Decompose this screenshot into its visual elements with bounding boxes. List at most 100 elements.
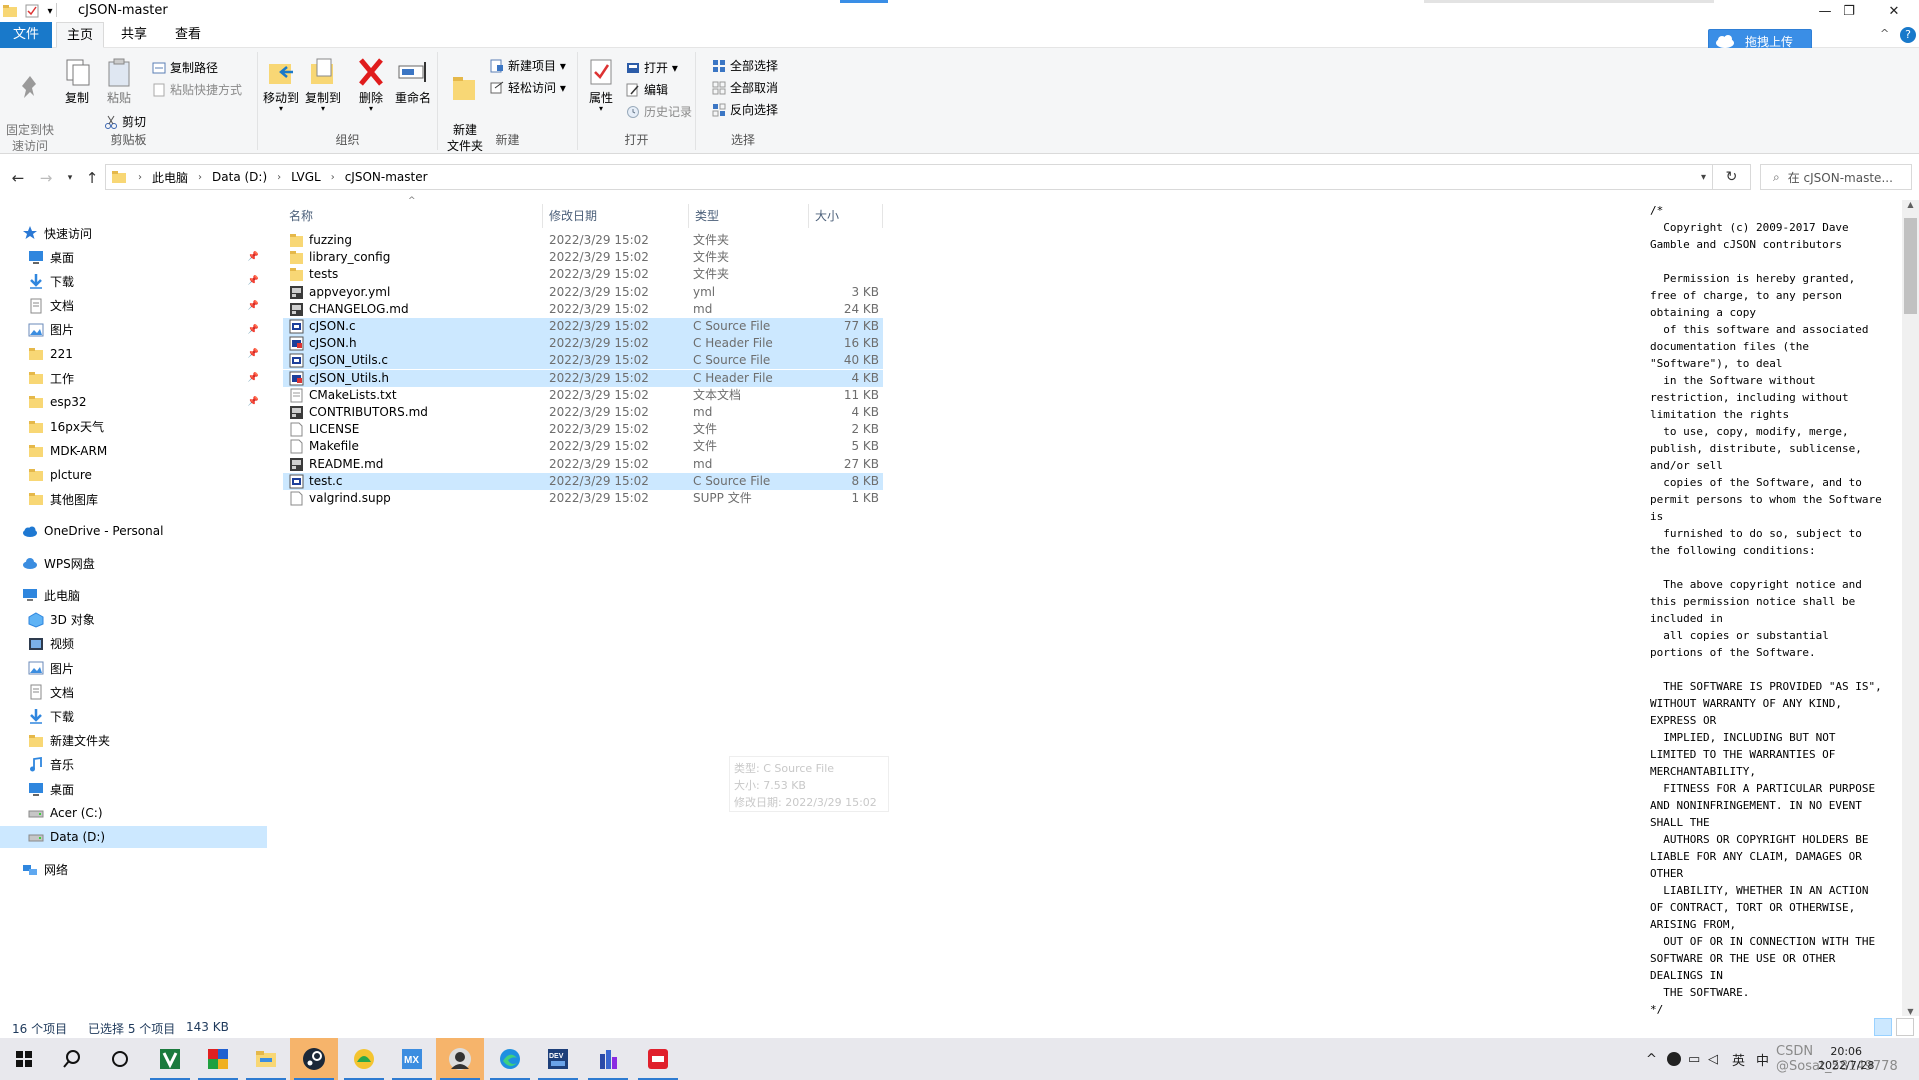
nav-pc-item[interactable]: Acer (C:) (0, 802, 267, 824)
tab-file[interactable]: 文件 (0, 22, 52, 48)
edge-icon[interactable] (486, 1038, 534, 1080)
file-row[interactable]: LICENSE 2022/3/29 15:02 文件 2 KB (283, 421, 883, 438)
file-row[interactable]: cJSON_Utils.h 2022/3/29 15:02 C Header Fil… (283, 369, 883, 387)
nav-pc-item[interactable]: Data (D:) (0, 826, 267, 849)
nav-pc-item[interactable]: 图片 (0, 657, 267, 679)
select-none-button[interactable]: 全部取消 (712, 78, 778, 98)
app-mx-icon[interactable]: MX (388, 1038, 436, 1080)
copy-button[interactable]: 复制 (56, 56, 98, 106)
file-row[interactable]: CHANGELOG.md 2022/3/29 15:02 md 24 KB (283, 301, 883, 318)
nav-quick-item[interactable]: 其他图库 (0, 488, 267, 510)
nav-pc-item[interactable]: 桌面 (0, 778, 267, 800)
details-view-icon[interactable] (1874, 1018, 1892, 1036)
move-to-button[interactable]: 移动到 ▾ (260, 56, 302, 113)
file-row[interactable]: library_config 2022/3/29 15:02 文件夹 (283, 249, 883, 266)
ime-english[interactable]: 英 (1732, 1038, 1745, 1080)
tray-app-icon[interactable] (1666, 1038, 1682, 1080)
preview-scroll-thumb[interactable] (1904, 218, 1917, 314)
paste-shortcut-button[interactable]: 粘贴快捷方式 (152, 80, 242, 100)
file-row[interactable]: CONTRIBUTORS.md 2022/3/29 15:02 md 4 KB (283, 404, 883, 421)
devcpp-icon[interactable]: DEV (534, 1038, 582, 1080)
select-all-button[interactable]: 全部选择 (712, 56, 778, 76)
nav-network[interactable]: 网络 (0, 859, 267, 881)
chevron-right-icon[interactable]: › (198, 172, 202, 183)
up-arrow-icon[interactable]: ↑ (82, 168, 102, 188)
history-button[interactable]: 历史记录 (626, 102, 692, 122)
file-row[interactable]: fuzzing 2022/3/29 15:02 文件夹 (283, 232, 883, 249)
nav-quick-item[interactable]: 工作 📌 (0, 367, 267, 389)
cortana-icon[interactable] (96, 1038, 144, 1080)
app-v-icon[interactable] (146, 1038, 194, 1080)
nav-pc-item[interactable]: 音乐 (0, 754, 267, 776)
youdao-icon[interactable] (634, 1038, 682, 1080)
nav-quick-item[interactable]: MDK-ARM (0, 440, 267, 462)
recent-locations-icon[interactable]: ▾ (60, 168, 80, 188)
nav-pc-item[interactable]: 新建文件夹 (0, 730, 267, 752)
chevron-right-icon[interactable]: › (138, 172, 142, 183)
rename-button[interactable]: 重命名 (392, 56, 434, 106)
nav-quick-item[interactable]: 桌面 📌 (0, 246, 267, 268)
large-icons-view-icon[interactable] (1896, 1018, 1914, 1036)
nav-this-pc[interactable]: 此电脑 (0, 584, 267, 606)
breadcrumb-lvgl[interactable]: LVGL (291, 170, 321, 184)
network-icon[interactable]: ▭ (1688, 1038, 1700, 1080)
file-row[interactable]: cJSON.h 2022/3/29 15:02 C Header File 16 KB (283, 335, 883, 353)
app-avatar-icon[interactable] (436, 1038, 484, 1080)
file-row[interactable]: CMakeLists.txt 2022/3/29 15:02 文本文档 11 KB (283, 387, 883, 404)
tab-home[interactable]: 主页 (56, 22, 104, 48)
easy-access-button[interactable]: 轻松访问 ▾ (490, 78, 566, 98)
file-row[interactable]: cJSON.c 2022/3/29 15:02 C Source File 77 KB (283, 318, 883, 335)
address-dropdown-icon[interactable]: ▾ (1701, 172, 1706, 183)
nav-quick-item[interactable]: 文档 📌 (0, 295, 267, 317)
delete-button[interactable]: 删除 ▾ (350, 56, 392, 113)
nav-quick-access[interactable]: 快速访问 (0, 222, 267, 244)
properties-quick-icon[interactable] (24, 3, 40, 19)
breadcrumb-data-d[interactable]: Data (D:) (212, 170, 267, 184)
close-button[interactable]: ✕ (1871, 0, 1917, 22)
help-icon[interactable]: ? (1900, 27, 1916, 43)
file-explorer-icon[interactable] (242, 1038, 290, 1080)
nav-quick-item[interactable]: 图片 📌 (0, 319, 267, 341)
column-header-date[interactable]: 修改日期 (543, 204, 689, 228)
search-icon[interactable] (48, 1038, 96, 1080)
maximize-button[interactable]: ❐ (1826, 0, 1872, 22)
column-header-size[interactable]: 大小 (809, 204, 883, 228)
preview-scrollbar[interactable]: ▲ ▼ (1902, 200, 1919, 1016)
new-item-button[interactable]: 新建项目 ▾ (490, 56, 566, 76)
breadcrumb-cjson-master[interactable]: cJSON-master (345, 170, 428, 184)
steam-icon[interactable] (290, 1038, 338, 1080)
nav-quick-item[interactable]: 221 📌 (0, 343, 267, 365)
nav-pc-item[interactable]: 文档 (0, 681, 267, 703)
nav-quick-item[interactable]: 16px天气 (0, 416, 267, 438)
ime-chinese[interactable]: 中 (1756, 1038, 1769, 1080)
file-row[interactable]: tests 2022/3/29 15:02 文件夹 (283, 266, 883, 283)
breadcrumb-this-pc[interactable]: 此电脑 (152, 169, 188, 186)
file-row[interactable]: README.md 2022/3/29 15:02 md 27 KB (283, 456, 883, 473)
app-building-icon[interactable] (584, 1038, 632, 1080)
tab-share[interactable]: 共享 (110, 22, 158, 48)
collapse-ribbon-icon[interactable]: ^ (1880, 27, 1889, 40)
invert-selection-button[interactable]: 反向选择 (712, 100, 778, 120)
column-header-type[interactable]: 类型 (689, 204, 809, 228)
refresh-button[interactable]: ↻ (1713, 164, 1751, 190)
copy-path-button[interactable]: 复制路径 (152, 58, 218, 78)
open-button[interactable]: 打开 ▾ (626, 58, 678, 78)
nav-quick-item[interactable]: esp32 📌 (0, 391, 267, 413)
volume-icon[interactable]: ◁ (1708, 1038, 1718, 1080)
scroll-up-icon[interactable]: ▲ (1902, 200, 1919, 209)
tab-view[interactable]: 查看 (164, 22, 212, 48)
nav-pc-item[interactable]: 下载 (0, 705, 267, 727)
paste-button[interactable]: 粘贴 (98, 56, 140, 106)
address-bar[interactable]: › 此电脑 › Data (D:) › LVGL › cJSON-master … (105, 164, 1713, 190)
folder-icon[interactable] (2, 3, 18, 19)
copy-to-button[interactable]: 复制到 ▾ (302, 56, 344, 113)
file-row[interactable]: valgrind.supp 2022/3/29 15:02 SUPP 文件 1 KB (283, 490, 883, 507)
tray-expand-icon[interactable]: ^ (1646, 1038, 1657, 1080)
chevron-right-icon[interactable]: › (331, 172, 335, 183)
nav-quick-item[interactable]: 下载 📌 (0, 270, 267, 292)
file-row[interactable]: cJSON_Utils.c 2022/3/29 15:02 C Source Fil… (283, 352, 883, 370)
app-multicolor-icon[interactable] (194, 1038, 242, 1080)
search-input[interactable]: ⌕ 在 cJSON-maste... (1760, 164, 1912, 190)
forward-arrow-icon[interactable]: → (36, 168, 56, 188)
cut-button[interactable]: 剪切 (104, 112, 146, 132)
